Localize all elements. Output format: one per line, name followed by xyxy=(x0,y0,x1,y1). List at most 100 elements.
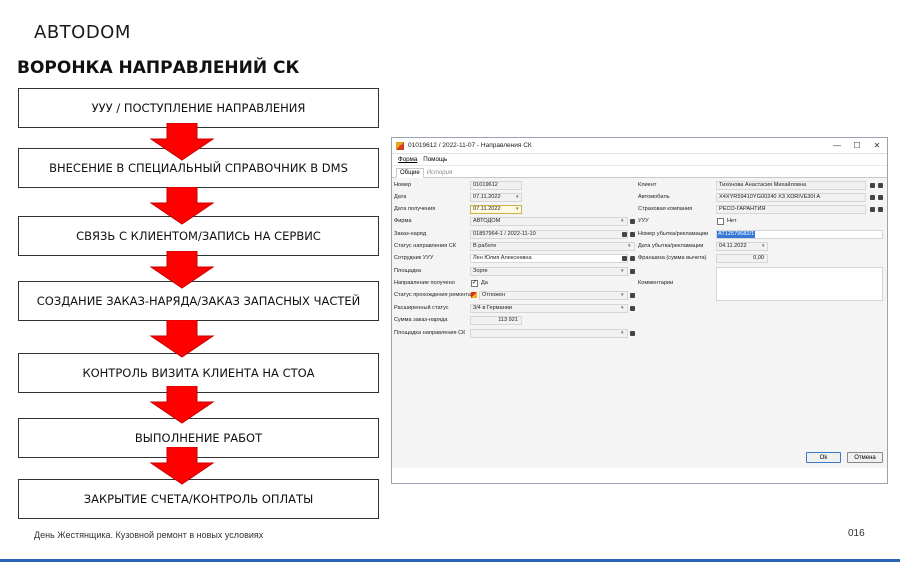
chevron-down-icon[interactable]: ▾ xyxy=(621,218,624,224)
field-order-sum[interactable]: 113 921 xyxy=(470,316,522,325)
status-color-icon xyxy=(471,292,477,298)
label-client: Клиент xyxy=(638,182,657,188)
chevron-down-icon[interactable]: ▾ xyxy=(516,194,519,200)
open-icon[interactable] xyxy=(878,183,883,188)
dms-window: 01019612 / 2022-11-07 - Направления СК —… xyxy=(391,137,888,484)
slide: ABTODOM ВОРОНКА НАПРАВЛЕНИЙ СК УУУ / ПОС… xyxy=(0,0,900,563)
chevron-down-icon[interactable]: ▾ xyxy=(621,305,624,311)
funnel-step-7: ЗАКРЫТИЕ СЧЕТА/КОНТРОЛЬ ОПЛАТЫ xyxy=(18,479,379,519)
open-icon[interactable] xyxy=(878,207,883,212)
company-logo: ABTODOM xyxy=(34,22,131,43)
label-repair-status: Статус прохождения ремонта xyxy=(394,292,471,298)
open-icon[interactable] xyxy=(630,256,635,261)
minimize-button[interactable]: — xyxy=(827,141,847,150)
field-work-order[interactable]: 01857964-1 / 2022-11-10 xyxy=(470,230,628,239)
field-insurer[interactable]: РЕСО-ГАРАНТИЯ xyxy=(716,205,866,214)
claim-number-selection: AT12579682/1 xyxy=(717,231,756,238)
chevron-down-icon[interactable]: ▾ xyxy=(621,268,624,274)
field-date[interactable]: 07.11.2022 xyxy=(470,193,522,202)
lookup-icon[interactable] xyxy=(630,306,635,311)
close-button[interactable]: ✕ xyxy=(867,141,887,150)
menu-bar: Форма Помощь xyxy=(392,154,887,166)
label-car: Автомобиль xyxy=(638,194,670,200)
window-title: 01019612 / 2022-11-07 - Направления СК xyxy=(408,142,532,149)
down-arrow-icon xyxy=(149,123,215,161)
label-comments: Комментарии xyxy=(638,280,674,286)
tab-general[interactable]: Общие xyxy=(396,168,424,178)
lookup-icon[interactable] xyxy=(870,195,875,200)
ok-button[interactable]: Ok xyxy=(806,452,841,463)
label-deductible: Франшиза (сумма вычета) xyxy=(638,255,707,261)
field-number[interactable]: 01019612 xyxy=(470,181,522,190)
field-repair-status[interactable]: Отложен xyxy=(479,291,628,300)
chevron-down-icon[interactable]: ▾ xyxy=(762,243,765,249)
footer-divider xyxy=(0,559,900,562)
chevron-down-icon[interactable]: ▾ xyxy=(621,330,624,336)
field-extended-status[interactable]: 3/4 в Германии xyxy=(470,304,628,313)
window-titlebar: 01019612 / 2022-11-07 - Направления СК —… xyxy=(392,138,887,154)
label-extended-status: Расширенный статус xyxy=(394,305,449,311)
open-icon[interactable] xyxy=(630,232,635,237)
field-claim-date[interactable]: 04.11.2022 xyxy=(716,242,768,251)
lookup-icon[interactable] xyxy=(870,207,875,212)
down-arrow-icon xyxy=(149,251,215,289)
chevron-down-icon[interactable]: ▾ xyxy=(628,243,631,249)
field-firm[interactable]: АВТОДОМ xyxy=(470,217,628,226)
label-uuu: УУУ xyxy=(638,218,649,224)
maximize-button[interactable]: ☐ xyxy=(847,141,867,150)
lookup-icon[interactable] xyxy=(630,269,635,274)
field-claim-number[interactable]: AT12579682/1 xyxy=(716,230,883,239)
lookup-icon[interactable] xyxy=(630,293,635,298)
field-referral-status[interactable]: В работе xyxy=(470,242,635,251)
lookup-icon[interactable] xyxy=(630,219,635,224)
checkbox-referral-received-label: Да xyxy=(481,280,488,286)
field-client[interactable]: Тихонова Анастасия Михайловна xyxy=(716,181,866,190)
lookup-icon[interactable] xyxy=(870,183,875,188)
slide-footer: День Жестянщика. Кузовной ремонт в новых… xyxy=(34,530,264,540)
chevron-down-icon[interactable]: ▾ xyxy=(621,292,624,298)
label-date: Дата xyxy=(394,194,407,200)
menu-item-help[interactable]: Помощь xyxy=(423,156,447,163)
label-firm: Фирма xyxy=(394,218,412,224)
field-referral-site[interactable] xyxy=(470,329,628,338)
form-area: Номер Дата Дата получения Фирма Заказ-на… xyxy=(392,178,887,468)
checkbox-uuu-label: Нет xyxy=(727,218,737,224)
page-number: 016 xyxy=(848,528,865,539)
lookup-icon[interactable] xyxy=(622,232,627,237)
label-referral-received: Направление получено xyxy=(394,280,455,286)
chevron-down-icon[interactable]: ▾ xyxy=(516,206,519,212)
field-employee[interactable]: Лен Юлия Алексеевна xyxy=(470,254,628,263)
label-employee: Сотрудник УУУ xyxy=(394,255,434,261)
label-claim-date: Дата убытка/рекламации xyxy=(638,243,704,249)
menu-item-form[interactable]: Форма xyxy=(398,156,417,163)
field-car[interactable]: X4XYR59410YG00240 X3 XDRIVE30I A xyxy=(716,193,866,202)
label-referral-status: Статус направления СК xyxy=(394,243,457,249)
down-arrow-icon xyxy=(149,187,215,225)
checkbox-uuu[interactable] xyxy=(717,218,724,225)
down-arrow-icon xyxy=(149,447,215,485)
field-site[interactable]: Зорге xyxy=(470,267,628,276)
label-number: Номер xyxy=(394,182,412,188)
down-arrow-icon xyxy=(149,320,215,358)
app-icon xyxy=(396,141,404,150)
label-claim-number: Номер убытка/рекламации xyxy=(638,231,709,237)
label-work-order: Заказ-наряд xyxy=(394,231,427,237)
label-received-date: Дата получения xyxy=(394,206,436,212)
field-comments[interactable] xyxy=(716,267,883,301)
checkbox-referral-received[interactable]: ✓ xyxy=(471,280,478,287)
lookup-icon[interactable] xyxy=(622,256,627,261)
lookup-icon[interactable] xyxy=(630,331,635,336)
tab-history[interactable]: История xyxy=(424,169,455,177)
label-order-sum: Сумма заказ-наряда xyxy=(394,317,448,323)
funnel-step-1: УУУ / ПОСТУПЛЕНИЕ НАПРАВЛЕНИЯ xyxy=(18,88,379,128)
cancel-button[interactable]: Отмена xyxy=(847,452,883,463)
down-arrow-icon xyxy=(149,386,215,424)
open-icon[interactable] xyxy=(878,195,883,200)
label-insurer: Страховая компания xyxy=(638,206,693,212)
slide-title: ВОРОНКА НАПРАВЛЕНИЙ СК xyxy=(17,58,300,78)
label-referral-site: Площадка направления СК xyxy=(394,330,466,336)
field-deductible[interactable]: 0,00 xyxy=(716,254,768,263)
label-site: Площадка xyxy=(394,268,422,274)
field-received-date[interactable]: 07.11.2022 xyxy=(470,205,522,214)
tab-bar: Общие История xyxy=(392,166,887,178)
